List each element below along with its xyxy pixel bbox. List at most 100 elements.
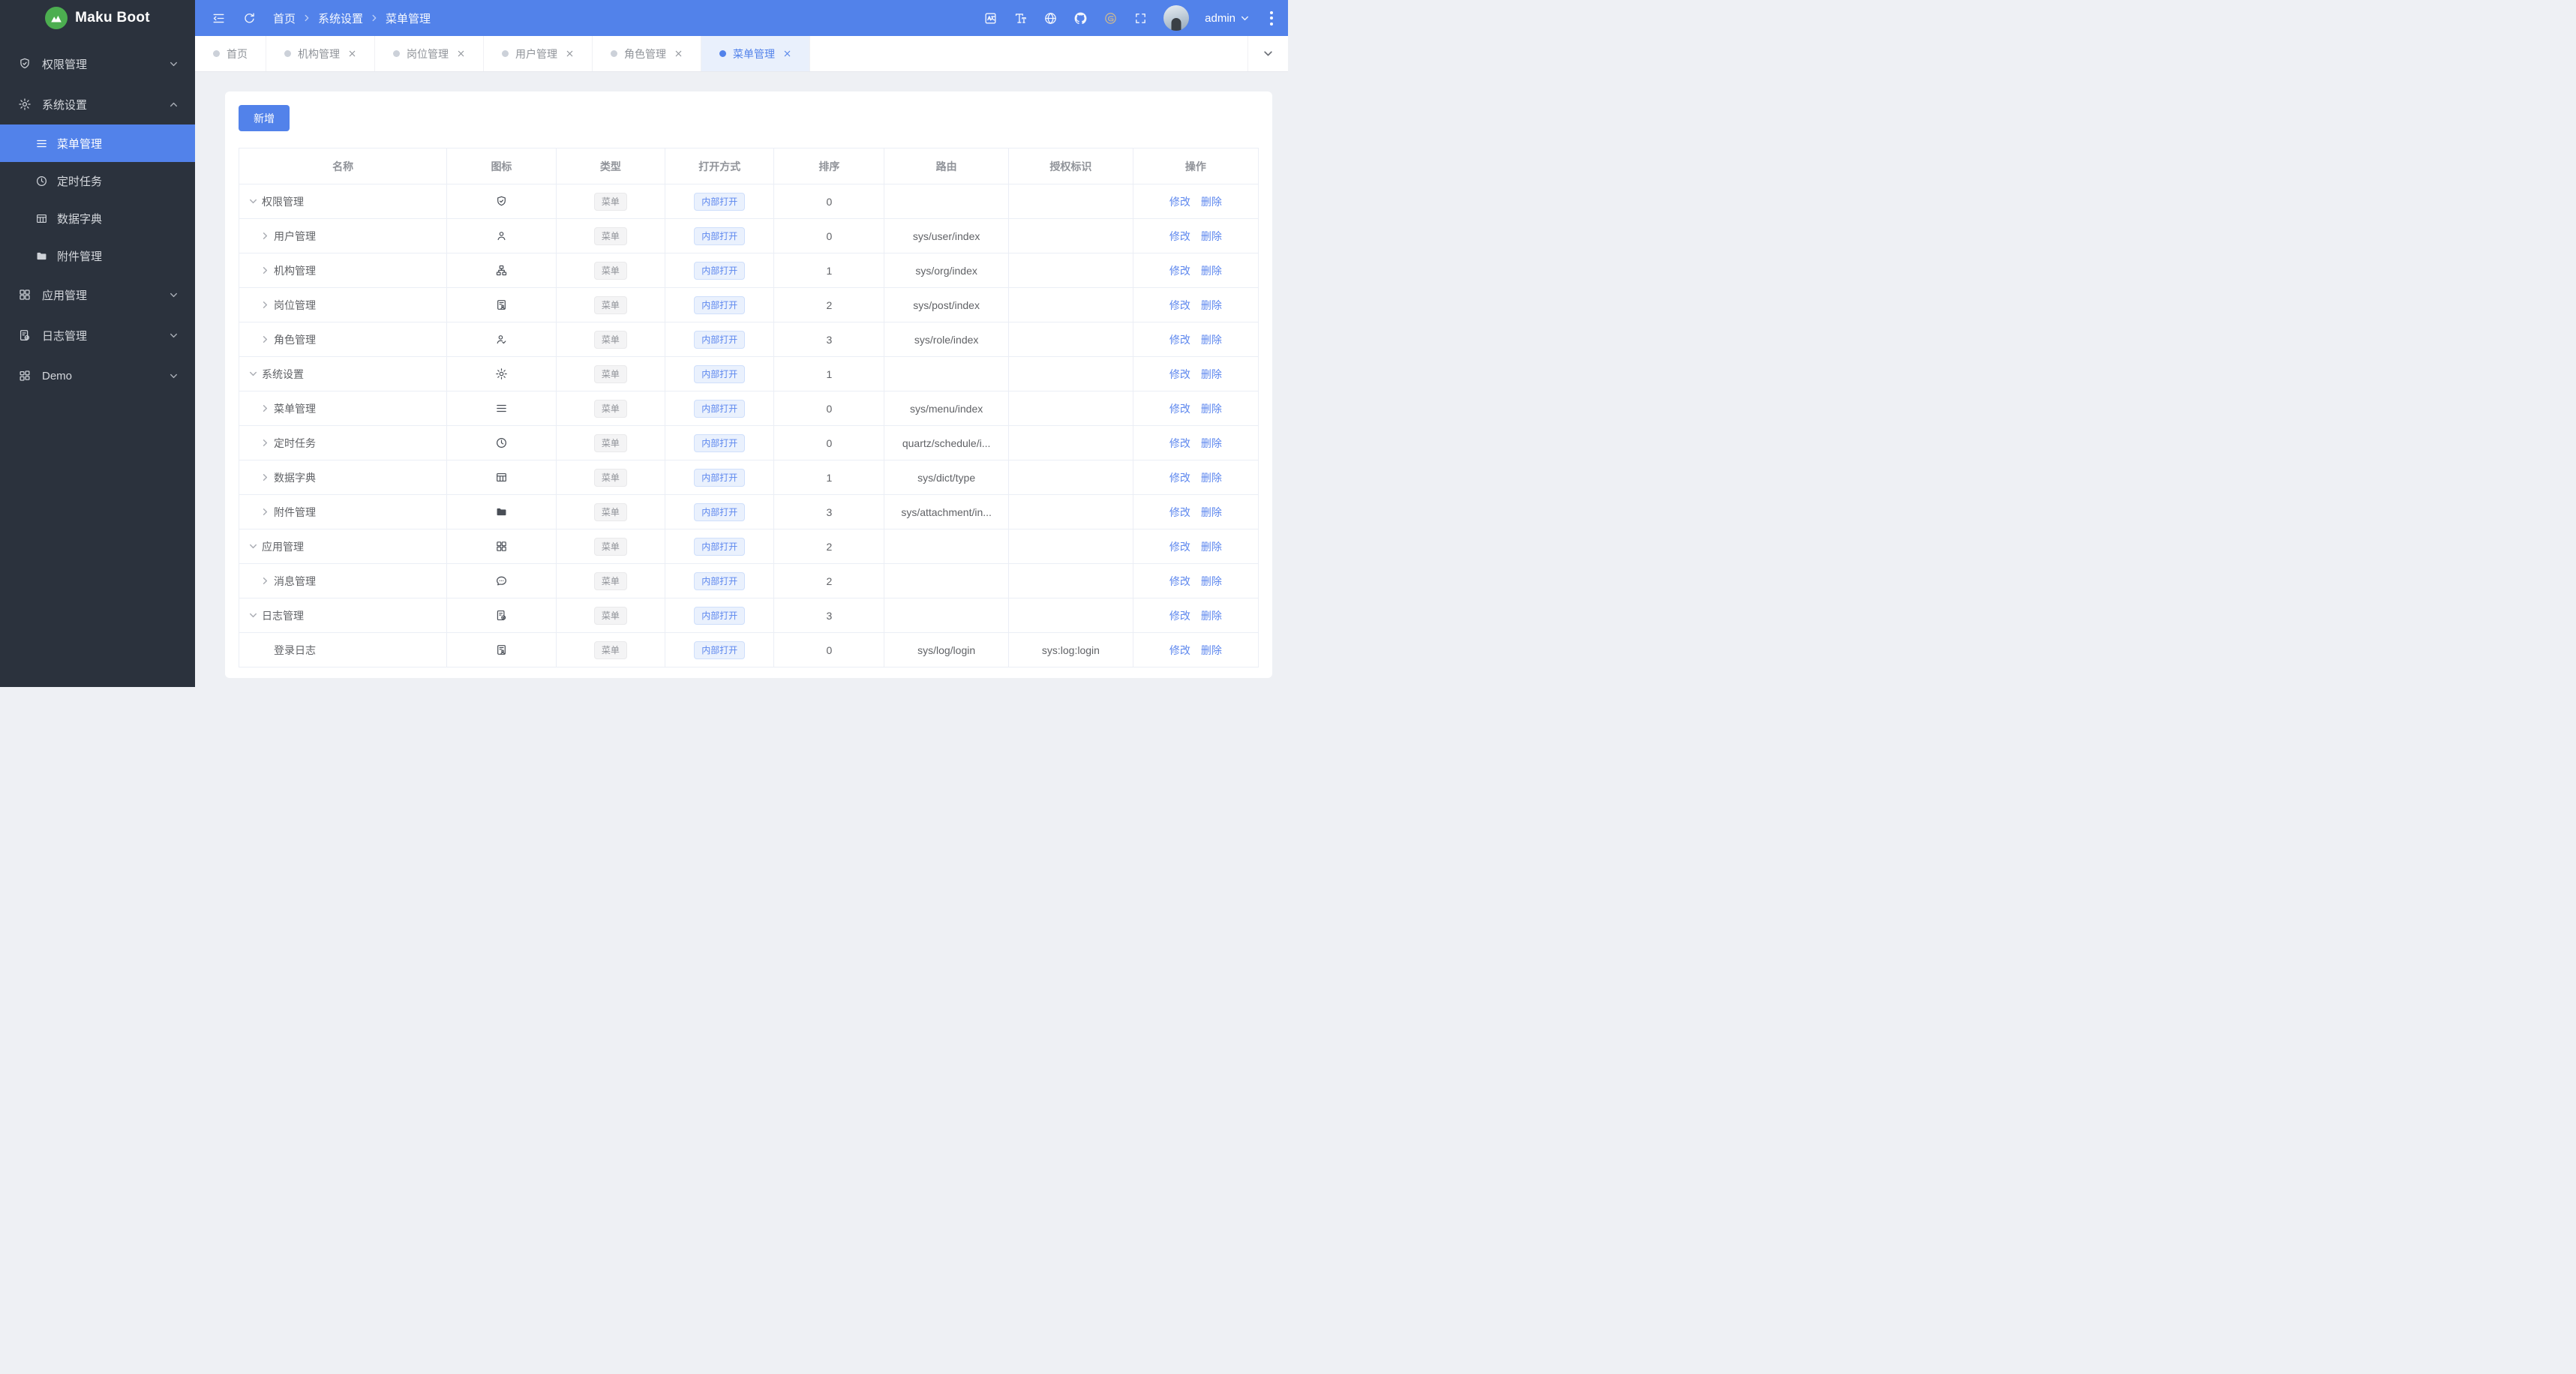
- tabs-dropdown-button[interactable]: [1247, 36, 1288, 71]
- route-value: [884, 184, 1010, 219]
- sidebar-subitem[interactable]: 定时任务: [0, 162, 195, 200]
- delete-link[interactable]: 删除: [1201, 403, 1222, 415]
- expand-down-icon[interactable]: [248, 610, 258, 620]
- table-row: 菜单管理 菜单 内部打开 0 sys/menu/index 修改 删除: [238, 391, 1259, 426]
- tab-item[interactable]: 角色管理: [593, 36, 701, 71]
- sidebar-subitem[interactable]: 附件管理: [0, 237, 195, 274]
- type-badge: 菜单: [593, 572, 627, 590]
- expand-right-icon[interactable]: [260, 334, 270, 344]
- sidebar-item[interactable]: 权限管理: [0, 44, 195, 84]
- sidebar-subitem-label: 附件管理: [57, 250, 103, 263]
- table-row: 消息管理 菜单 内部打开 2 修改 删除: [238, 563, 1259, 598]
- log-icon: [495, 609, 508, 622]
- column-header: 路由: [884, 148, 1010, 184]
- user-menu[interactable]: admin: [1205, 12, 1250, 25]
- edit-link[interactable]: 修改: [1169, 541, 1190, 553]
- delete-link[interactable]: 删除: [1201, 299, 1222, 311]
- close-icon[interactable]: [348, 50, 356, 58]
- edit-link[interactable]: 修改: [1169, 437, 1190, 449]
- expand-right-icon[interactable]: [260, 404, 270, 413]
- column-header: 图标: [446, 148, 557, 184]
- expand-down-icon[interactable]: [248, 369, 258, 379]
- edit-link[interactable]: 修改: [1169, 265, 1190, 277]
- globe-icon[interactable]: [1043, 11, 1058, 26]
- add-button[interactable]: 新增: [239, 105, 290, 131]
- type-badge: 菜单: [593, 226, 627, 245]
- clock-icon: [495, 436, 508, 449]
- breadcrumb-item[interactable]: 首页: [273, 10, 296, 26]
- chevron-down-icon: [169, 59, 179, 69]
- sidebar-menu: 权限管理 系统设置 菜单管理 定时任务 数据字典附件管理应用管理 日志管理 Demo: [0, 36, 195, 396]
- sort-value: 0: [773, 391, 885, 426]
- expand-down-icon[interactable]: [248, 196, 258, 206]
- delete-link[interactable]: 删除: [1201, 575, 1222, 587]
- brand: Maku Boot: [0, 0, 195, 36]
- refresh-icon[interactable]: [242, 11, 257, 26]
- sidebar-item[interactable]: 系统设置: [0, 84, 195, 124]
- close-icon[interactable]: [566, 50, 574, 58]
- github-icon[interactable]: [1073, 11, 1088, 26]
- delete-link[interactable]: 删除: [1201, 541, 1222, 553]
- sidebar-item[interactable]: 日志管理: [0, 315, 195, 356]
- tab-label: 用户管理: [515, 47, 557, 60]
- tab-dot: [719, 50, 726, 57]
- sidebar-subitem[interactable]: 菜单管理: [0, 124, 195, 162]
- edit-link[interactable]: 修改: [1169, 610, 1190, 622]
- expand-right-icon[interactable]: [260, 438, 270, 448]
- expand-right-icon[interactable]: [260, 300, 270, 310]
- edit-link[interactable]: 修改: [1169, 368, 1190, 380]
- delete-link[interactable]: 删除: [1201, 230, 1222, 242]
- edit-link[interactable]: 修改: [1169, 334, 1190, 346]
- delete-link[interactable]: 删除: [1201, 265, 1222, 277]
- expand-right-icon[interactable]: [260, 507, 270, 517]
- sidebar-subitem[interactable]: 数据字典: [0, 200, 195, 237]
- edit-link[interactable]: 修改: [1169, 299, 1190, 311]
- delete-link[interactable]: 删除: [1201, 196, 1222, 208]
- edit-link[interactable]: 修改: [1169, 575, 1190, 587]
- sort-value: 0: [773, 425, 885, 460]
- expand-right-icon[interactable]: [260, 231, 270, 241]
- breadcrumb-item[interactable]: 系统设置: [318, 10, 363, 26]
- tab-item[interactable]: 首页: [195, 36, 266, 71]
- expand-right-icon[interactable]: [260, 576, 270, 586]
- tab-item[interactable]: 菜单管理: [701, 36, 810, 71]
- table-row: 角色管理 菜单 内部打开 3 sys/role/index 修改 删除: [238, 322, 1259, 357]
- gitee-icon[interactable]: [1103, 11, 1118, 26]
- menu-table: 名称 图标 类型 打开方式 排序 路由 授权标识 操作 权限管理 菜单 内部打开 0 修改 删除 用户管理…: [238, 148, 1259, 668]
- sidebar-item[interactable]: Demo: [0, 356, 195, 396]
- delete-link[interactable]: 删除: [1201, 437, 1222, 449]
- delete-link[interactable]: 删除: [1201, 506, 1222, 518]
- shield-check-icon: [18, 57, 32, 70]
- expand-right-icon[interactable]: [260, 472, 270, 482]
- edit-link[interactable]: 修改: [1169, 403, 1190, 415]
- sidebar: Maku Boot 权限管理 系统设置 菜单管理 定时任务 数据字典附件管理应用管理 日志…: [0, 0, 195, 687]
- edit-link[interactable]: 修改: [1169, 506, 1190, 518]
- route-value: sys/dict/type: [884, 460, 1010, 495]
- close-icon[interactable]: [783, 50, 791, 58]
- font-size-icon[interactable]: [1013, 11, 1028, 26]
- edit-link[interactable]: 修改: [1169, 196, 1190, 208]
- delete-link[interactable]: 删除: [1201, 644, 1222, 656]
- delete-link[interactable]: 删除: [1201, 368, 1222, 380]
- tab-item[interactable]: 机构管理: [266, 36, 375, 71]
- collapse-sidebar-icon[interactable]: [212, 11, 226, 26]
- close-icon[interactable]: [457, 50, 465, 58]
- delete-link[interactable]: 删除: [1201, 610, 1222, 622]
- tab-item[interactable]: 岗位管理: [375, 36, 484, 71]
- edit-link[interactable]: 修改: [1169, 472, 1190, 484]
- more-icon[interactable]: [1265, 8, 1277, 28]
- menu-name: 岗位管理: [274, 298, 316, 311]
- delete-link[interactable]: 删除: [1201, 472, 1222, 484]
- tab-item[interactable]: 用户管理: [484, 36, 593, 71]
- sidebar-item[interactable]: 应用管理: [0, 274, 195, 315]
- edit-link[interactable]: 修改: [1169, 644, 1190, 656]
- fullscreen-icon[interactable]: [1133, 11, 1148, 26]
- menu-name: 登录日志: [274, 644, 316, 656]
- expand-down-icon[interactable]: [248, 542, 258, 551]
- expand-right-icon[interactable]: [260, 266, 270, 275]
- delete-link[interactable]: 删除: [1201, 334, 1222, 346]
- edit-link[interactable]: 修改: [1169, 230, 1190, 242]
- translate-icon[interactable]: [983, 11, 998, 26]
- close-icon[interactable]: [674, 50, 683, 58]
- user-avatar[interactable]: [1163, 5, 1190, 31]
